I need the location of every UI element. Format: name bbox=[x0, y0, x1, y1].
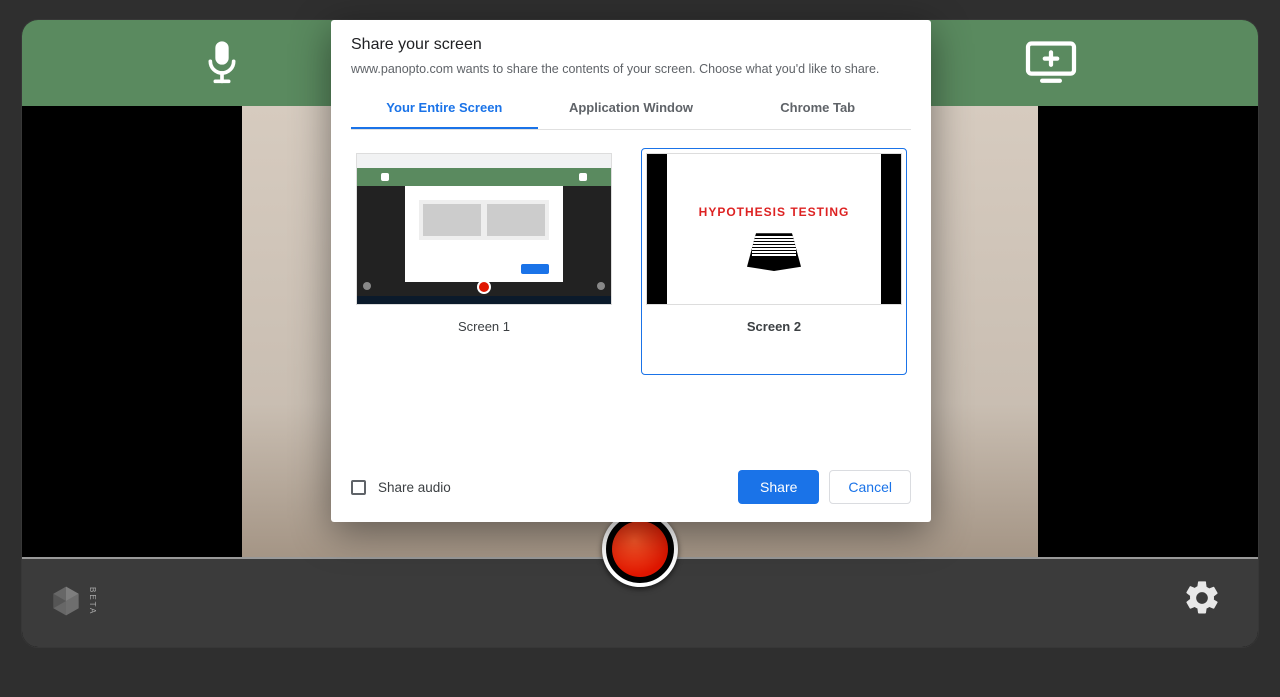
tab-entire-screen[interactable]: Your Entire Screen bbox=[351, 90, 538, 129]
share-tabs: Your Entire Screen Application Window Ch… bbox=[351, 90, 911, 130]
record-button[interactable] bbox=[602, 511, 678, 587]
record-icon bbox=[612, 521, 668, 577]
settings-button[interactable] bbox=[1182, 578, 1222, 623]
tab-application-window[interactable]: Application Window bbox=[538, 90, 725, 129]
tab-chrome-tab[interactable]: Chrome Tab bbox=[724, 90, 911, 129]
share-button[interactable]: Share bbox=[738, 470, 819, 504]
screen-option-2[interactable]: HYPOTHESIS TESTING Screen 2 bbox=[641, 148, 907, 375]
slide-title: HYPOTHESIS TESTING bbox=[699, 205, 850, 219]
screen-1-thumbnail bbox=[356, 153, 612, 305]
screen-1-label: Screen 1 bbox=[356, 319, 612, 334]
screen-2-label: Screen 2 bbox=[646, 319, 902, 334]
screen-2-thumbnail: HYPOTHESIS TESTING bbox=[646, 153, 902, 305]
share-audio-label: Share audio bbox=[378, 480, 451, 495]
checkbox-icon[interactable] bbox=[351, 480, 366, 495]
dialog-title: Share your screen bbox=[331, 20, 931, 62]
share-audio-option[interactable]: Share audio bbox=[351, 480, 451, 495]
dialog-subtitle: www.panopto.com wants to share the conte… bbox=[331, 62, 931, 90]
cancel-button[interactable]: Cancel bbox=[829, 470, 911, 504]
screen-option-1[interactable]: Screen 1 bbox=[351, 148, 617, 341]
screen-options: Screen 1 HYPOTHESIS TESTING Screen 2 bbox=[331, 130, 931, 460]
add-screen-icon[interactable] bbox=[1024, 40, 1078, 86]
book-icon bbox=[744, 229, 804, 271]
dialog-footer: Share audio Share Cancel bbox=[331, 460, 931, 504]
beta-badge: BETA bbox=[88, 587, 97, 615]
microphone-icon[interactable] bbox=[202, 39, 242, 87]
share-screen-dialog: Share your screen www.panopto.com wants … bbox=[331, 20, 931, 522]
panopto-logo: BETA bbox=[48, 583, 97, 619]
